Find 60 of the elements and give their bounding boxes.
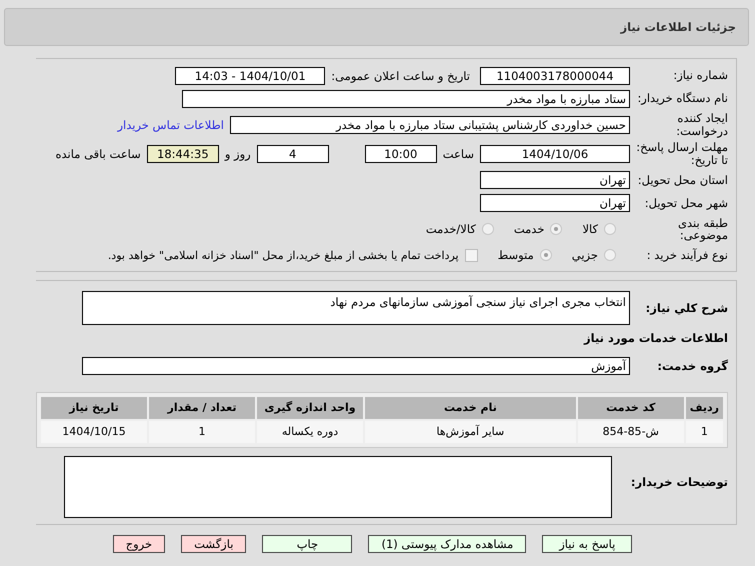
field-label: شهر محل تحویل: <box>644 196 728 210</box>
column-header: نام خدمت <box>365 396 576 419</box>
table-cell: دوره یکساله <box>257 420 363 443</box>
field-label: شرح کلي نیاز: <box>644 302 728 314</box>
column-header: تعداد / مقدار <box>149 396 255 419</box>
field-label: استان محل تحویل: <box>636 174 728 186</box>
field-label: گروه خدمت: <box>656 360 728 373</box>
section-heading: اطلاعات خدمات مورد نیاز <box>584 330 728 347</box>
table-cell: 1404/10/15 <box>41 420 147 443</box>
deadline-time-field[interactable]: 10:00 <box>364 144 437 163</box>
table-cell: ش-85-854 <box>578 420 684 443</box>
notes-field[interactable] <box>64 456 612 518</box>
action-button[interactable]: بازگشت <box>181 534 246 553</box>
days-label: روز و <box>224 146 251 161</box>
radio-label: جزیي <box>572 248 598 262</box>
summary-field[interactable]: انتخاب مجری اجرای نیاز سنجی آموزشی سازمانهای مردم نهاد <box>82 290 630 325</box>
field-label: مهلت ارسال پاسخ: تا تاریخ: <box>636 141 728 167</box>
radio-button[interactable] <box>540 249 552 262</box>
radio-button[interactable] <box>604 249 616 262</box>
table-cell: 1 <box>686 420 723 443</box>
province-field[interactable]: تهران <box>480 171 630 190</box>
remaining-label: ساعت باقی مانده <box>56 146 141 161</box>
radio-label: متوسط <box>498 248 534 262</box>
field-label: توضیحات خریدار: <box>630 474 728 488</box>
column-header: ردیف <box>686 396 723 419</box>
table-cell: 1 <box>149 420 255 443</box>
field-label: تاریخ و ساعت اعلان عمومی: <box>331 68 470 82</box>
action-button[interactable]: پاسخ به نیاز <box>542 534 632 553</box>
radio-button[interactable] <box>482 223 494 236</box>
announce-date-field[interactable]: 1404/10/01 - 14:03 <box>175 66 326 84</box>
radio-label: خدمت <box>514 222 544 236</box>
field-label: نام دستگاه خریدار: <box>636 92 728 105</box>
checkbox[interactable] <box>464 248 478 262</box>
buyer-org-field[interactable]: ستاد مبارزه با مواد مخدر <box>182 90 630 108</box>
action-button[interactable]: مشاهده مدارک پیوستی (1) <box>368 534 526 553</box>
city-field[interactable]: تهران <box>480 194 630 212</box>
contact-link[interactable]: اطلاعات تماس خریدار <box>117 118 224 132</box>
service-group-field[interactable]: آموزش <box>82 357 630 376</box>
radio-button[interactable] <box>604 223 616 236</box>
field-label: نوع فرآیند خرید : <box>646 249 728 262</box>
treasury-note: پرداخت تمام یا بخشی از مبلغ خرید،از محل "اسناد خزانه اسلامی" خواهد بود. <box>108 248 459 262</box>
requester-field[interactable]: حسین خداوردی کارشناس پشتیبانی ستاد مبارزه با مواد مخدر <box>230 116 630 134</box>
deadline-date-field[interactable]: 1404/10/06 <box>480 144 630 163</box>
column-header: واحد اندازه گیری <box>257 396 363 419</box>
field-label: طبقه بندی موضوعی: <box>677 216 728 242</box>
column-header: کد خدمت <box>578 396 684 419</box>
action-button[interactable]: خروج <box>112 534 166 553</box>
column-header: تاریخ نیاز <box>41 396 147 419</box>
radio-label: کالا <box>582 222 598 236</box>
time-label: ساعت <box>442 146 474 161</box>
need-number-field[interactable]: 1104003178000044 <box>480 66 630 84</box>
radio-button[interactable] <box>550 223 562 236</box>
remaining-time-field: 18:44:35 <box>146 144 219 163</box>
field-label: شماره نیاز: <box>672 69 728 82</box>
radio-label: کالا/خدمت <box>426 222 476 236</box>
table-cell: سایر آموزش‌ها <box>365 420 576 443</box>
action-button[interactable]: چاپ <box>262 534 352 553</box>
days-field[interactable]: 4 <box>256 144 329 163</box>
field-label: ایجاد کننده درخواست: <box>675 112 728 138</box>
window-title: جزئیات اطلاعات نیاز <box>620 20 736 34</box>
